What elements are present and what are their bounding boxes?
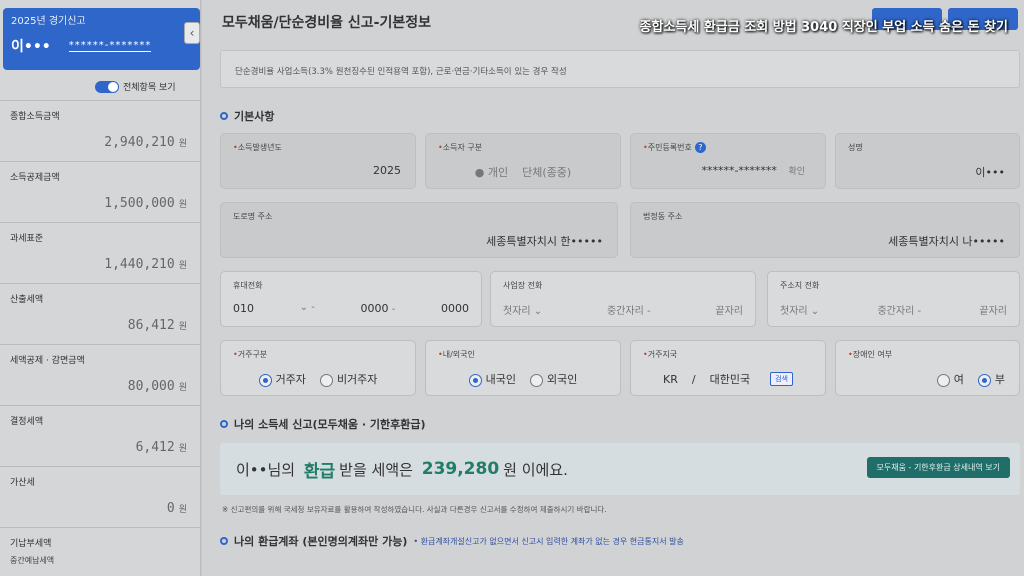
nationality-domestic[interactable]: 내국인 [468,371,516,387]
sidebar-item-label: 소득공제금액 [10,173,60,183]
sidebar-item-label: 세액공제 · 감면금액 [10,356,85,366]
name-value: 이••• [975,166,1005,179]
section-report: 나의 소득세 신고(모두채움 · 기한후환급) [220,416,425,432]
sidebar-item-value: 1,440,210 원 [104,257,187,272]
overlay-title: 종합소득세 환급금 조회 방법 3040 직장인 부업 소득 숨은 돈 찾기 [639,20,1008,35]
mobile-part1[interactable]: 010 [233,302,254,315]
account-note: • 환급계좌개설신고가 없으면서 신고시 입력한 계좌가 없는 경우 현금통지서… [413,536,684,546]
sidebar-item-computed-tax[interactable]: 산출세액 86,412 원 [0,283,201,343]
field-rrn: •주민등록번호? ******-******* 확인 [630,133,826,189]
user-id: ******-******* [68,40,152,52]
section-account: 나의 환급계좌 (본인명의계좌만 가능) • 환급계좌개설신고가 없으면서 신고… [220,533,684,549]
rrn-value: ******-******* 확인 [701,164,805,177]
field-road-address[interactable]: 도로명 주소 세종특별자치시 한••••• [220,202,618,258]
home-phone-part3[interactable]: 끝자리 [979,302,1007,317]
sidebar-item-label: 산출세액 [10,295,44,305]
sidebar-item-total-income[interactable]: 종합소득금액 2,940,210 원 [0,100,201,160]
field-mobile: 휴대전화 010 ⌄ - 0000 - 0000 [220,271,482,327]
disability-no[interactable]: 부 [977,371,1005,387]
sidebar-item-value: 2,940,210 원 [104,135,187,150]
sidebar-item-value: 6,412 원 [135,440,187,455]
refund-summary: 이••님의 환급 받을 세액은 239,280 원 이에요. 모두채움 - 기한… [220,443,1020,495]
year-value: 2025 [373,164,401,177]
page-title: 모두채움/단순경비율 신고-기본정보 [222,15,431,31]
taxpayer-type-individual[interactable]: ● 개인 [475,164,508,180]
refund-detail-button[interactable]: 모두채움 - 기한후환급 상세내역 보기 [866,457,1010,478]
user-name: 이••• [11,39,51,55]
sidebar-item-label: 과세표준 [10,234,44,244]
field-nationality: •내/외국인 내국인 외국인 [425,340,621,396]
sidebar-item-value: 86,412 원 [127,318,187,333]
residency-resident[interactable]: 거주자 [258,371,306,387]
field-residency: •거주구분 거주자 비거주자 [220,340,416,396]
dropdown-icon[interactable]: ⌄ - [300,302,315,315]
sidebar-item-value: 0원 [166,501,187,516]
biz-phone-part3[interactable]: 끝자리 [715,302,743,317]
nationality-foreign[interactable]: 외국인 [530,371,577,387]
biz-phone-part1[interactable]: 첫자리 ⌄ [503,302,542,317]
sidebar-header-title: 2025년 경기신고 [11,16,86,27]
toggle-label: 전체항목 보기 [123,83,176,93]
show-all-toggle-row[interactable]: 전체항목 보기 [95,80,176,93]
home-phone-part1[interactable]: 첫자리 ⌄ [780,302,819,317]
sidebar-item-tax-credit[interactable]: 세액공제 · 감면금액 80,000 원 [0,344,201,404]
sidebar-item-penalty-tax[interactable]: 가산세 0원 [0,466,201,526]
sidebar-item-label: 가산세 [10,478,35,488]
sidebar-item-label: 종합소득금액 [10,112,60,122]
info-box: 단순경비율 사업소득(3.3% 원천징수된 인적용역 포함), 근로·연금·기타… [220,50,1020,88]
field-disability: •장애인 여부 여 부 [835,340,1020,396]
refund-amount: 239,280 [421,459,500,479]
disability-yes[interactable]: 여 [936,371,964,387]
section-bullet-icon [220,537,228,545]
sidebar-item-prepaid-tax[interactable]: 기납부세액 중간예납세액 [0,527,201,576]
footnote: ※ 신고편의를 위해 국세청 보유자료를 활용하여 작성하였습니다. 사실과 다… [222,505,607,514]
field-biz-phone: 사업장 전화 첫자리 ⌄ 중간자리 - 끝자리 [490,271,756,327]
country-code: KR [663,372,678,386]
home-phone-part2[interactable]: 중간자리 - [877,302,921,317]
taxpayer-type-group[interactable]: 단체(종중) [522,164,571,180]
country-name: 대한민국 [709,373,751,386]
refund-highlight: 환급 [303,461,336,482]
sidebar-item-deduction[interactable]: 소득공제금액 1,500,000 원 [0,161,201,221]
section-bullet-icon [220,112,228,120]
field-lot-address[interactable]: 법정동 주소 세종특별자치시 나••••• [630,202,1020,258]
road-address-value: 세종특별자치시 한••••• [486,235,603,248]
sidebar-item-value: 80,000 원 [127,379,187,394]
toggle-switch[interactable] [95,80,119,93]
help-icon[interactable]: ? [694,142,706,153]
main-content: 모두채움/단순경비율 신고-기본정보 단순경비율 사업소득(3.3% 원천징수된… [202,0,1024,576]
collapse-sidebar-icon[interactable]: ‹ [184,22,200,44]
sidebar-item-label: 결정세액 [10,417,44,427]
field-country: •거주지국 KR / 대한민국 검색 [630,340,826,396]
field-year[interactable]: •소득발생년도 2025 [220,133,416,189]
mobile-part3[interactable]: 0000 [441,302,469,315]
country-search-button[interactable]: 검색 [770,372,793,386]
section-bullet-icon [220,420,228,428]
sidebar: 2025년 경기신고 이••• ******-******* ‹ 전체항목 보기… [0,0,201,576]
sidebar-item-tax-base[interactable]: 과세표준 1,440,210 원 [0,222,201,282]
sidebar-item-determined-tax[interactable]: 결정세액 6,412 원 [0,405,201,465]
sidebar-item-label: 기납부세액 [10,539,52,549]
user-card: 2025년 경기신고 이••• ******-******* [3,8,200,70]
lot-address-value: 세종특별자치시 나••••• [888,235,1005,248]
sidebar-item-sub: 중간예납세액 [10,556,55,565]
biz-phone-part2[interactable]: 중간자리 - [607,302,651,317]
field-home-phone: 주소지 전화 첫자리 ⌄ 중간자리 - 끝자리 [767,271,1020,327]
section-basic: 기본사항 [220,108,274,124]
sidebar-item-value: 1,500,000 원 [104,196,187,211]
field-name[interactable]: 성명 이••• [835,133,1020,189]
field-taxpayer-type: •소득자 구분 ● 개인 단체(종중) [425,133,621,189]
mobile-part2[interactable]: 0000 [361,302,389,315]
residency-nonresident[interactable]: 비거주자 [319,371,377,387]
